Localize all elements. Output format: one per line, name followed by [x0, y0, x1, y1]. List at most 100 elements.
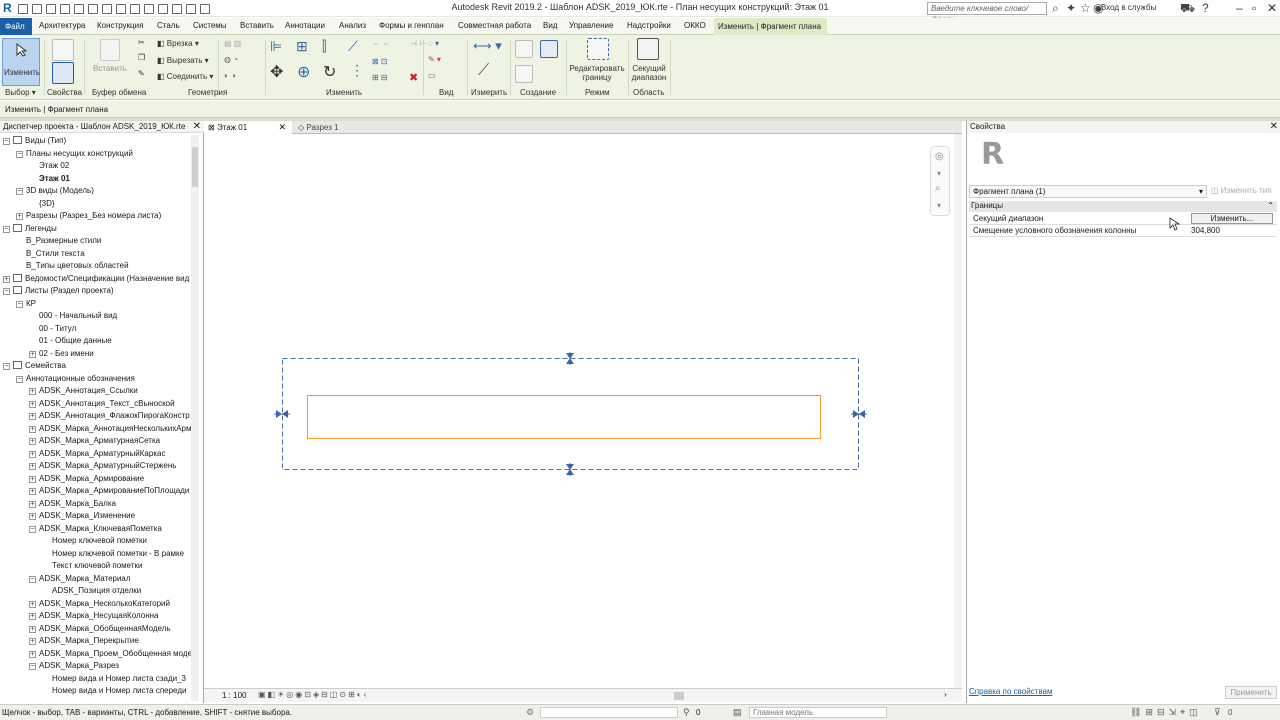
tree-item[interactable]: Текст ключевой пометки [42, 560, 142, 572]
tree-item[interactable]: − Аннотационные обозначения [16, 373, 135, 385]
tree-item[interactable]: + ADSK_Марка_АрматурныйСтержень [29, 460, 176, 472]
expand-icon[interactable]: + [29, 513, 36, 520]
view-range-edit-button[interactable]: Изменить... [1191, 213, 1273, 224]
mirror-draw-icon[interactable]: ⟋ [348, 38, 358, 55]
browser-scrollbar[interactable] [191, 135, 199, 701]
plan-region-boundary[interactable] [282, 358, 859, 470]
selection-options-icons[interactable]: ⛓⊞⊟⇲⌖◫ [1130, 707, 1202, 718]
tab-architecture[interactable]: Архитектура [39, 21, 85, 30]
view-control-icons[interactable]: ▣◧☀◎◉⊡◈⊟◫⊙⊞◐‹ [258, 690, 368, 699]
scroll-thumb[interactable] [192, 147, 198, 187]
hide-icon[interactable]: ◌ ▾ [428, 39, 439, 48]
expand-icon[interactable]: + [29, 625, 36, 633]
edit-boundary-label[interactable]: Редактировать границу [566, 64, 628, 82]
binoculars-icon[interactable]: ⌕ [1052, 2, 1059, 14]
tree-item[interactable]: 01 - Общие данные [29, 335, 112, 347]
tree-item[interactable]: Этаж 01 [29, 173, 70, 185]
expand-icon[interactable]: + [29, 600, 36, 608]
modify-button[interactable]: Изменить [2, 38, 40, 86]
cut-scissors-icon[interactable]: ✂ [138, 38, 145, 47]
array-icon[interactable]: ⋮ [350, 62, 364, 79]
scroll-right-icon[interactable]: › [944, 690, 947, 699]
aligned-dimension-icon[interactable]: ⟋ [478, 62, 489, 80]
tree-item[interactable]: ADSK_Позиция отделки [42, 585, 141, 597]
offset-icon[interactable]: ⊞ [296, 38, 308, 55]
tab-view-level01[interactable]: ⊠ Этаж 01 ✕ [204, 121, 292, 134]
collapse-icon[interactable]: − [3, 138, 10, 145]
tree-item[interactable]: − Планы несущих конструкций [16, 148, 133, 160]
tab-view[interactable]: Вид [543, 21, 557, 30]
steering-wheel-icon[interactable]: ◎ [935, 151, 944, 162]
tree-item[interactable]: − ADSK_Марка_Материал [29, 573, 131, 585]
expand-icon[interactable]: + [29, 475, 36, 483]
expand-icon[interactable]: + [29, 613, 36, 620]
tree-item[interactable]: {3D} [29, 198, 55, 210]
login-menu[interactable]: Вход в службы [1101, 3, 1156, 12]
tree-item[interactable]: − Семейства [3, 360, 66, 372]
type-properties-icon[interactable] [52, 39, 74, 61]
tree-item[interactable]: − Легенды [3, 223, 57, 235]
copy-element-icon[interactable]: ⊕ [297, 62, 310, 82]
edit-boundary-icon[interactable] [587, 38, 609, 60]
create-similar-icon[interactable] [515, 65, 533, 83]
pin-icon[interactable]: ⊞ ⊟ [372, 73, 388, 82]
close-icon[interactable]: ✕ [278, 122, 286, 133]
view-range-label[interactable]: Секущий диапазон [628, 64, 670, 82]
apply-button[interactable]: Применить [1225, 686, 1277, 699]
maximize-button[interactable]: ▫ [1252, 1, 1256, 15]
collapse-icon[interactable]: − [3, 225, 10, 233]
tab-analyze[interactable]: Анализ [339, 21, 366, 30]
cut-geometry-menu[interactable]: ◧ Врезка ▾ [157, 39, 199, 48]
tab-insert[interactable]: Вставить [240, 21, 274, 30]
tab-modify-plan-region[interactable]: Изменить | Фрагмент плана [714, 18, 828, 35]
help-icon[interactable]: ? [1202, 2, 1209, 14]
tab-steel[interactable]: Сталь [157, 21, 180, 30]
tree-item[interactable]: + ADSK_Марка_Перекрытие [29, 635, 139, 647]
close-icon[interactable]: ✕ [193, 121, 201, 132]
tab-structure[interactable]: Конструкция [97, 21, 143, 30]
property-group-header[interactable]: Границы ⌃ [969, 201, 1277, 212]
expand-icon[interactable]: + [16, 213, 23, 220]
expand-icon[interactable]: + [29, 425, 36, 433]
horizontal-scroll-thumb[interactable] [674, 692, 684, 700]
geometry-tool-icon[interactable]: ▤ ▥ [224, 39, 241, 48]
filter-icon[interactable]: ⚲ [683, 707, 690, 718]
collapse-icon[interactable]: − [16, 300, 23, 308]
tree-item[interactable]: − Листы (Раздел проекта) [3, 285, 114, 297]
rotate-icon[interactable]: ↻ [323, 62, 336, 82]
zoom-icon[interactable]: ⌕ [935, 183, 941, 194]
collapse-icon[interactable]: − [16, 150, 23, 158]
cart-icon[interactable]: ⛟ [1180, 2, 1195, 14]
tree-item[interactable]: + ADSK_Аннотация_ФлажокПирогаКонстр [29, 410, 190, 422]
expand-icon[interactable]: + [29, 400, 36, 408]
tree-item[interactable]: − ADSK_Марка_КлючеваяПометка [29, 523, 162, 535]
tree-item[interactable]: − ADSK_Марка_Разрез [29, 660, 119, 672]
tree-item[interactable]: + ADSK_Марка_ОбобщеннаяМодель [29, 623, 171, 635]
tab-systems[interactable]: Системы [193, 21, 227, 30]
expand-icon[interactable]: + [29, 413, 36, 420]
properties-icon[interactable] [52, 62, 74, 84]
delete-icon[interactable]: ✖ [409, 71, 418, 84]
tab-annotate[interactable]: Аннотации [285, 21, 325, 30]
close-window-button[interactable]: ✕ [1267, 1, 1277, 15]
tab-view-section1[interactable]: ◇ Разрез 1 [294, 121, 384, 134]
expand-icon[interactable]: + [29, 438, 36, 445]
design-option-dropdown[interactable]: Главная модель [749, 707, 887, 718]
tree-item[interactable]: −3D виды (Модель) [16, 185, 94, 197]
drawing-canvas[interactable]: ◎ ▾ ⌕ ▾ [204, 134, 962, 688]
tree-item[interactable]: Номер ключевой пометки [42, 535, 147, 547]
expand-icon[interactable]: + [29, 638, 36, 645]
collapse-icon[interactable]: − [16, 375, 23, 383]
tree-item[interactable]: 000 - Начальный вид [29, 310, 117, 322]
tree-item[interactable]: +02 - Без имени [29, 348, 94, 360]
expand-icon[interactable]: + [3, 275, 10, 283]
tree-item[interactable]: В_Стили текста [16, 248, 85, 260]
properties-help-link[interactable]: Справка по свойствам [969, 687, 1052, 696]
expand-icon[interactable]: + [29, 463, 36, 470]
expand-icon[interactable]: + [29, 350, 36, 358]
tree-item[interactable]: + ADSK_Аннотация_Ссылки [29, 385, 138, 397]
canvas-scrollbar[interactable] [954, 134, 962, 688]
split-icon[interactable]: ⇔ ⇔ [372, 39, 390, 48]
tree-item[interactable]: + ADSK_Марка_НесущаяКолонна [29, 610, 158, 622]
tree-item[interactable]: + ADSK_Марка_АрматурныйКаркас [29, 448, 165, 460]
